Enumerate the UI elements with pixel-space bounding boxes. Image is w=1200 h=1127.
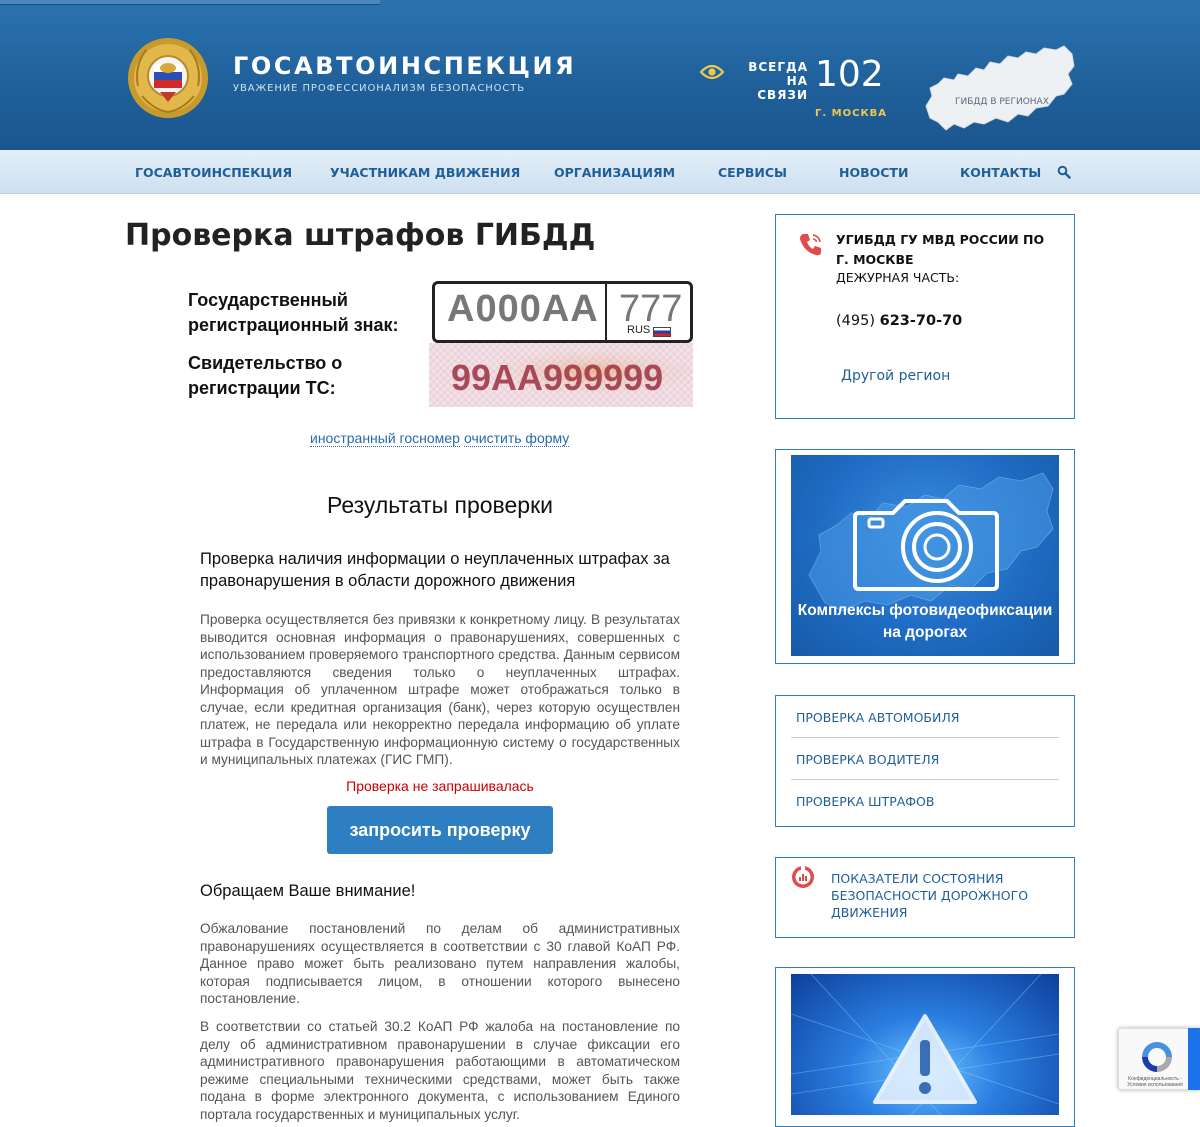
reg-plate-label-line-2: регистрационный знак: [188, 315, 399, 335]
emblem-icon[interactable] [124, 36, 212, 120]
nav-item-news[interactable]: НОВОСТИ [839, 165, 908, 180]
attention-paragraph-1: Обжалование постановлений по делам об ад… [200, 921, 680, 1006]
russia-flag-icon [653, 327, 671, 337]
plate-country-label: RUS [627, 324, 651, 336]
camera-banner-line-2: на дорогах [882, 624, 968, 641]
clear-form-link[interactable]: очистить форму [464, 430, 570, 447]
attention-title: Обращаем Ваше внимание! [200, 882, 416, 900]
other-region-link[interactable]: Другой регион [841, 368, 950, 384]
nav-item-participants[interactable]: УЧАСТНИКАМ ДВИЖЕНИЯ [330, 165, 520, 180]
search-icon[interactable] [1057, 165, 1071, 179]
check-description: Проверка осуществляется без привязки к к… [200, 612, 680, 767]
recaptcha-icon [1142, 1042, 1172, 1072]
nav-item-contacts[interactable]: КОНТАКТЫ [960, 165, 1041, 180]
emergency-phone: 102 [815, 54, 884, 95]
sts-input[interactable]: 99АА999999 [429, 343, 693, 407]
site-subtitle: УВАЖЕНИЕ ПРОФЕССИОНАЛИЗМ БЕЗОПАСНОСТЬ [233, 83, 526, 94]
recaptcha-tab[interactable] [1188, 1028, 1200, 1090]
check-fines-link[interactable]: ПРОВЕРКА ШТРАФОВ [796, 794, 934, 809]
always-line-2: НА СВЯЗИ [757, 74, 808, 102]
check-divider [791, 779, 1059, 780]
foreign-plate-link[interactable]: иностранный госномер [310, 430, 460, 447]
regions-link[interactable]: ГИБДД В РЕГИОНАХ [955, 97, 1049, 107]
request-check-button[interactable]: запросить проверку [327, 806, 553, 854]
recaptcha-text[interactable]: Конфиденциальность - Условия использован… [1119, 1076, 1191, 1088]
check-section-title: Проверка наличия информации о неуплаченн… [200, 550, 670, 590]
main-nav: ГОСАВТОИНСПЕКЦИЯ УЧАСТНИКАМ ДВИЖЕНИЯ ОРГ… [0, 150, 1200, 194]
sts-label: Свидетельство о регистрации ТС: [188, 351, 342, 401]
page-title: Проверка штрафов ГИБДД [125, 218, 596, 253]
sts-label-line-1: Свидетельство о [188, 353, 343, 373]
results-title: Результаты проверки [326, 492, 553, 518]
phone-icon [800, 234, 821, 256]
camera-icon [853, 499, 999, 591]
camera-banner-line-1: Комплексы фотовидеофиксации [797, 602, 1053, 619]
plate-number-field[interactable]: А000АА [447, 288, 599, 331]
duty-label: ДЕЖУРНАЯ ЧАСТЬ: [836, 270, 960, 285]
reg-plate-label: Государственный регистрационный знак: [188, 288, 399, 338]
reg-plate-input[interactable]: А000АА 777 RUS [432, 281, 693, 343]
contact-org-name: УГИБДД ГУ МВД РОССИИ ПО Г. МОСКВЕ [836, 232, 1045, 267]
check-divider [791, 737, 1059, 738]
always-line-1: ВСЕГДА [748, 60, 808, 74]
safety-stats-link[interactable]: ПОКАЗАТЕЛИ СОСТОЯНИЯ БЕЗОПАСНОСТИ ДОРОЖН… [831, 870, 1046, 921]
site-header: ГОСАВТОИНСПЕКЦИЯ УВАЖЕНИЕ ПРОФЕССИОНАЛИЗ… [0, 0, 1200, 150]
always-available-label: ВСЕГДА НА СВЯЗИ [736, 60, 808, 102]
attention-paragraph-2: В соответствии со статьей 30.2 КоАП РФ ж… [200, 1019, 680, 1122]
chart-icon [792, 865, 814, 888]
eye-icon [700, 64, 724, 80]
reg-plate-label-line-1: Государственный [188, 290, 348, 310]
check-status: Проверка не запрашивалась [346, 778, 534, 794]
check-driver-link[interactable]: ПРОВЕРКА ВОДИТЕЛЯ [796, 752, 939, 767]
plate-separator [605, 284, 607, 340]
nav-item-services[interactable]: СЕРВИСЫ [718, 165, 787, 180]
site-title[interactable]: ГОСАВТОИНСПЕКЦИЯ [233, 52, 576, 80]
phone-code: (495) [836, 313, 875, 329]
phone-number: 623-70-70 [879, 313, 963, 329]
camera-banner[interactable]: Комплексы фотовидеофиксации на дорогах [791, 455, 1059, 656]
nav-item-gosavtoinspekciya[interactable]: ГОСАВТОИНСПЕКЦИЯ [135, 165, 292, 180]
city-selector[interactable]: Г. МОСКВА [815, 108, 887, 119]
russia-map-icon[interactable] [924, 44, 1076, 134]
sts-placeholder: 99АА999999 [451, 357, 664, 398]
warning-banner[interactable] [791, 974, 1059, 1115]
nav-item-organizations[interactable]: ОРГАНИЗАЦИЯМ [554, 165, 675, 180]
warning-icon [791, 974, 1059, 1115]
contact-phone: (495) 623-70-70 [836, 313, 962, 329]
check-car-link[interactable]: ПРОВЕРКА АВТОМОБИЛЯ [796, 710, 959, 725]
sts-label-line-2: регистрации ТС: [188, 378, 336, 398]
header-top-bar [0, 0, 380, 5]
